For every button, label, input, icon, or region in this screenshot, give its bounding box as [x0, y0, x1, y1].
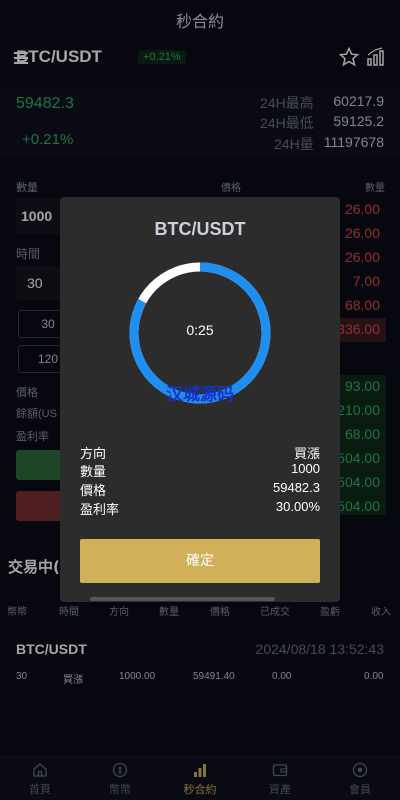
modal-title: BTC/USDT	[154, 219, 246, 239]
quantity-label: 數量	[80, 465, 107, 480]
scrollbar[interactable]	[90, 597, 275, 601]
profit-rate-value: 30.00%	[275, 499, 320, 514]
countdown-text: 0:25	[186, 322, 214, 338]
order-confirm-modal: BTC/USDT 0:25 汉城源码 方向 買漲 數量 1000 價格 5948…	[60, 197, 340, 602]
direction-value: 買漲	[293, 446, 320, 461]
confirm-button[interactable]: 確定	[80, 539, 320, 583]
price-label: 價格	[80, 484, 107, 499]
price-value: 59482.3	[273, 480, 320, 495]
watermark-text: 汉城源码	[166, 385, 234, 405]
quantity-value: 1000	[291, 461, 320, 476]
direction-label: 方向	[80, 447, 107, 462]
profit-rate-label: 盈利率	[80, 503, 120, 518]
